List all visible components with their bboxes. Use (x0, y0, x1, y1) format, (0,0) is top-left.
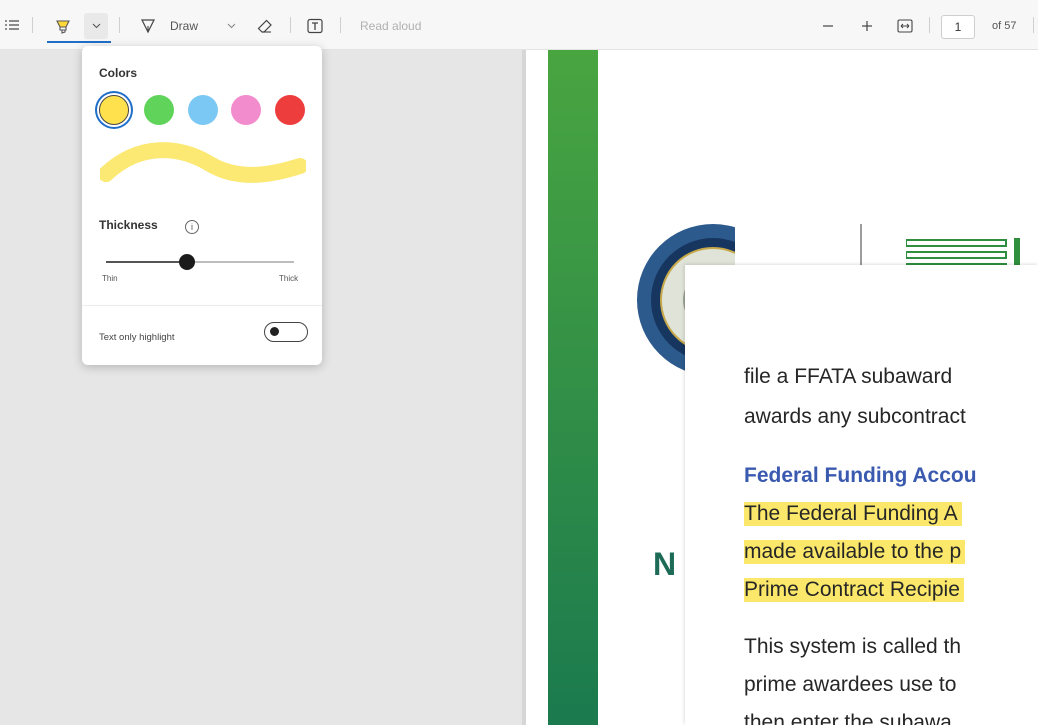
toolbar-separator (340, 17, 341, 33)
color-swatch-pink[interactable] (231, 95, 261, 125)
toggle-knob (270, 327, 279, 336)
text-only-highlight-toggle[interactable] (264, 322, 308, 342)
highlight-options-flyout: Colors Thickness i Thin Thick Text only … (82, 46, 322, 365)
document-text-line: awards any subcontract (744, 405, 966, 428)
text-box-icon[interactable] (304, 15, 326, 37)
document-text-line: then enter the subawa (744, 711, 952, 725)
highlight-active-indicator (47, 41, 111, 43)
logo-divider (860, 224, 862, 268)
thickness-label: Thickness (99, 218, 158, 232)
document-text-line: file a FFATA subaward (744, 365, 953, 388)
draw-button[interactable]: Draw (170, 17, 198, 35)
pdf-toolbar: Draw Read aloud 1 of 57 (0, 0, 1038, 50)
draw-pen-icon[interactable] (138, 15, 158, 37)
toolbar-separator (290, 17, 291, 33)
highlight-options-chevron-icon[interactable] (86, 14, 106, 38)
colors-label: Colors (99, 66, 138, 80)
color-swatch-green[interactable] (144, 95, 174, 125)
color-swatch-red[interactable] (275, 95, 305, 125)
info-icon[interactable]: i (185, 220, 199, 234)
highlighted-text-line: Prime Contract Recipie (744, 578, 964, 602)
document-text-line: This system is called th (744, 635, 962, 658)
toolbar-separator (32, 17, 33, 33)
document-text-line: prime awardees use to (744, 673, 957, 696)
draw-options-chevron-icon[interactable] (224, 17, 238, 35)
toolbar-separator (119, 17, 120, 33)
color-swatch-yellow[interactable] (99, 95, 129, 125)
read-aloud-button[interactable]: Read aloud (360, 17, 421, 35)
highlighted-text-line: made available to the p (744, 540, 966, 564)
highlighter-icon[interactable] (50, 14, 76, 38)
document-section-heading: Federal Funding Accou (744, 464, 977, 487)
thick-label: Thick (279, 274, 299, 283)
color-swatch-blue[interactable] (188, 95, 218, 125)
zoom-out-icon[interactable] (818, 15, 838, 37)
fit-to-width-icon[interactable] (893, 15, 917, 37)
thickness-slider-thumb[interactable] (178, 254, 195, 270)
thin-label: Thin (102, 274, 118, 283)
flyout-divider (82, 305, 322, 306)
highlight-preview-stroke (100, 142, 306, 183)
thickness-slider-fill (106, 261, 187, 263)
page-heading-letter: N (653, 546, 677, 582)
toolbar-separator (929, 17, 930, 33)
page-total-label: of 57 (992, 20, 1017, 32)
document-content-page: file a FFATA subaward awards any subcont… (685, 265, 1038, 725)
toolbar-separator (1033, 17, 1034, 33)
text-only-highlight-label: Text only highlight (99, 332, 175, 343)
page-number-input[interactable]: 1 (941, 15, 975, 39)
green-side-bar (548, 50, 598, 725)
highlighted-text-line: The Federal Funding A (744, 502, 962, 526)
zoom-in-icon[interactable] (857, 15, 877, 37)
table-of-contents-icon[interactable] (4, 16, 20, 34)
eraser-icon[interactable] (254, 15, 276, 37)
